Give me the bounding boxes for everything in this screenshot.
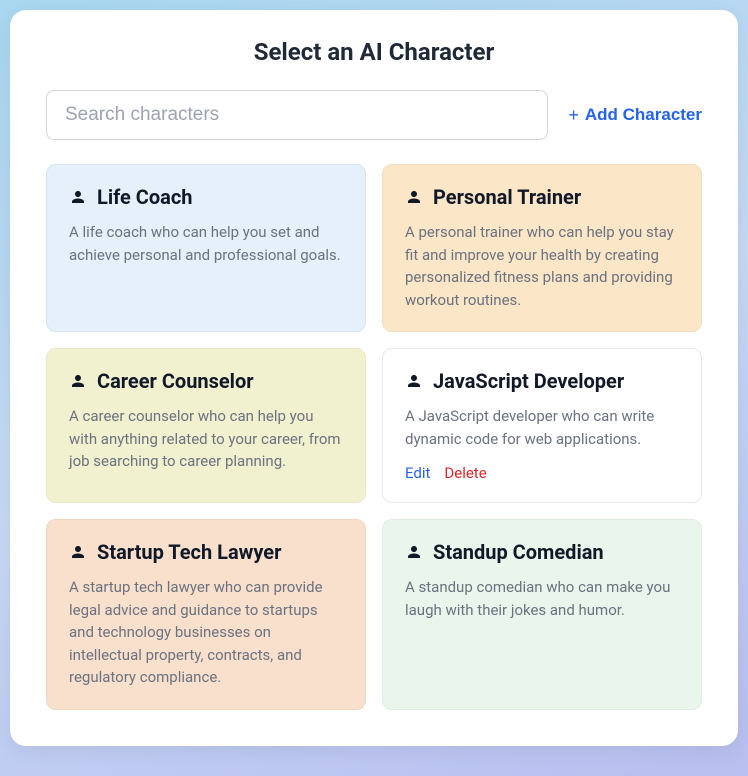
characters-grid: Life Coach A life coach who can help you … [46,164,702,710]
plus-icon: + [568,105,579,126]
card-header: JavaScript Developer [405,369,679,393]
person-icon [69,372,87,390]
card-title: Life Coach [97,185,193,209]
card-title: Startup Tech Lawyer [97,540,281,564]
card-title: Personal Trainer [433,185,581,209]
card-header: Career Counselor [69,369,343,393]
edit-button[interactable]: Edit [405,464,430,482]
delete-button[interactable]: Delete [444,464,486,482]
card-description: A personal trainer who can help you stay… [405,221,679,311]
card-title: Career Counselor [97,369,254,393]
character-card[interactable]: Startup Tech Lawyer A startup tech lawyer… [46,519,366,710]
person-icon [405,188,423,206]
card-title: Standup Comedian [433,540,604,564]
character-card[interactable]: Standup Comedian A standup comedian who c… [382,519,702,710]
character-card[interactable]: Life Coach A life coach who can help you … [46,164,366,332]
character-selector-modal: Select an AI Character + Add Character L… [10,10,738,746]
add-button-label: Add Character [585,105,702,125]
person-icon [405,372,423,390]
card-actions: Edit Delete [405,464,679,482]
card-description: A life coach who can help you set and ac… [69,221,343,266]
card-description: A standup comedian who can make you laug… [405,576,679,621]
card-title: JavaScript Developer [433,369,624,393]
character-card[interactable]: JavaScript Developer A JavaScript develop… [382,348,702,503]
search-input[interactable] [46,90,548,140]
card-header: Life Coach [69,185,343,209]
top-row: + Add Character [46,90,702,140]
person-icon [405,543,423,561]
character-card[interactable]: Personal Trainer A personal trainer who c… [382,164,702,332]
modal-title: Select an AI Character [46,38,702,66]
card-description: A JavaScript developer who can write dyn… [405,405,679,450]
add-character-button[interactable]: + Add Character [568,105,702,126]
card-header: Standup Comedian [405,540,679,564]
card-header: Personal Trainer [405,185,679,209]
person-icon [69,543,87,561]
person-icon [69,188,87,206]
character-card[interactable]: Career Counselor A career counselor who c… [46,348,366,503]
card-header: Startup Tech Lawyer [69,540,343,564]
card-description: A career counselor who can help you with… [69,405,343,473]
card-description: A startup tech lawyer who can provide le… [69,576,343,689]
